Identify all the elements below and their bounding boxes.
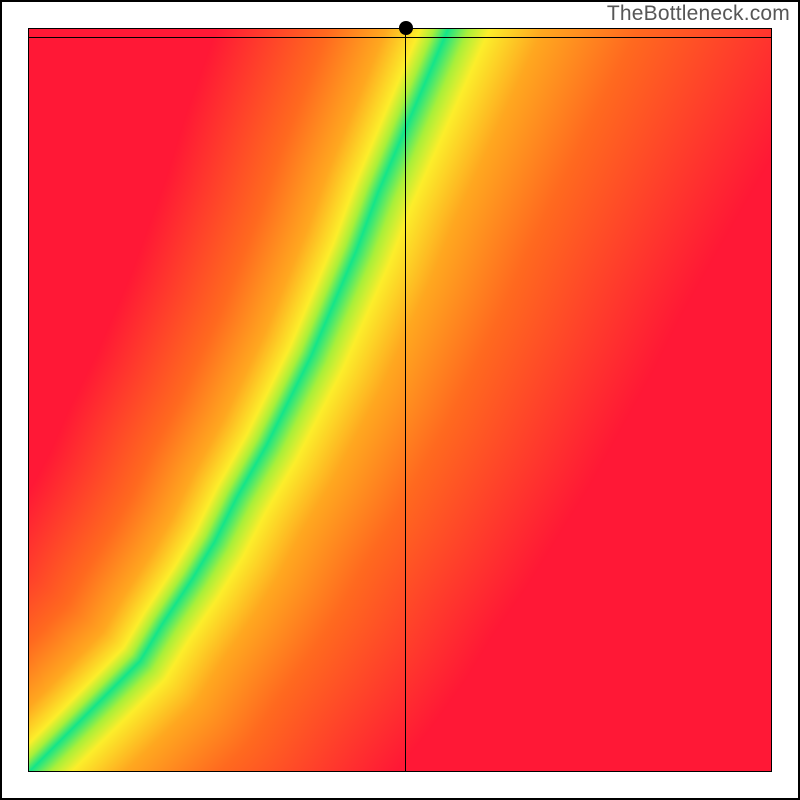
marker-horizontal-line (28, 37, 772, 38)
bottleneck-heatmap (28, 28, 772, 772)
attribution-text: TheBottleneck.com (607, 2, 790, 26)
marker-dot (399, 21, 413, 35)
marker-vertical-line (405, 28, 406, 772)
